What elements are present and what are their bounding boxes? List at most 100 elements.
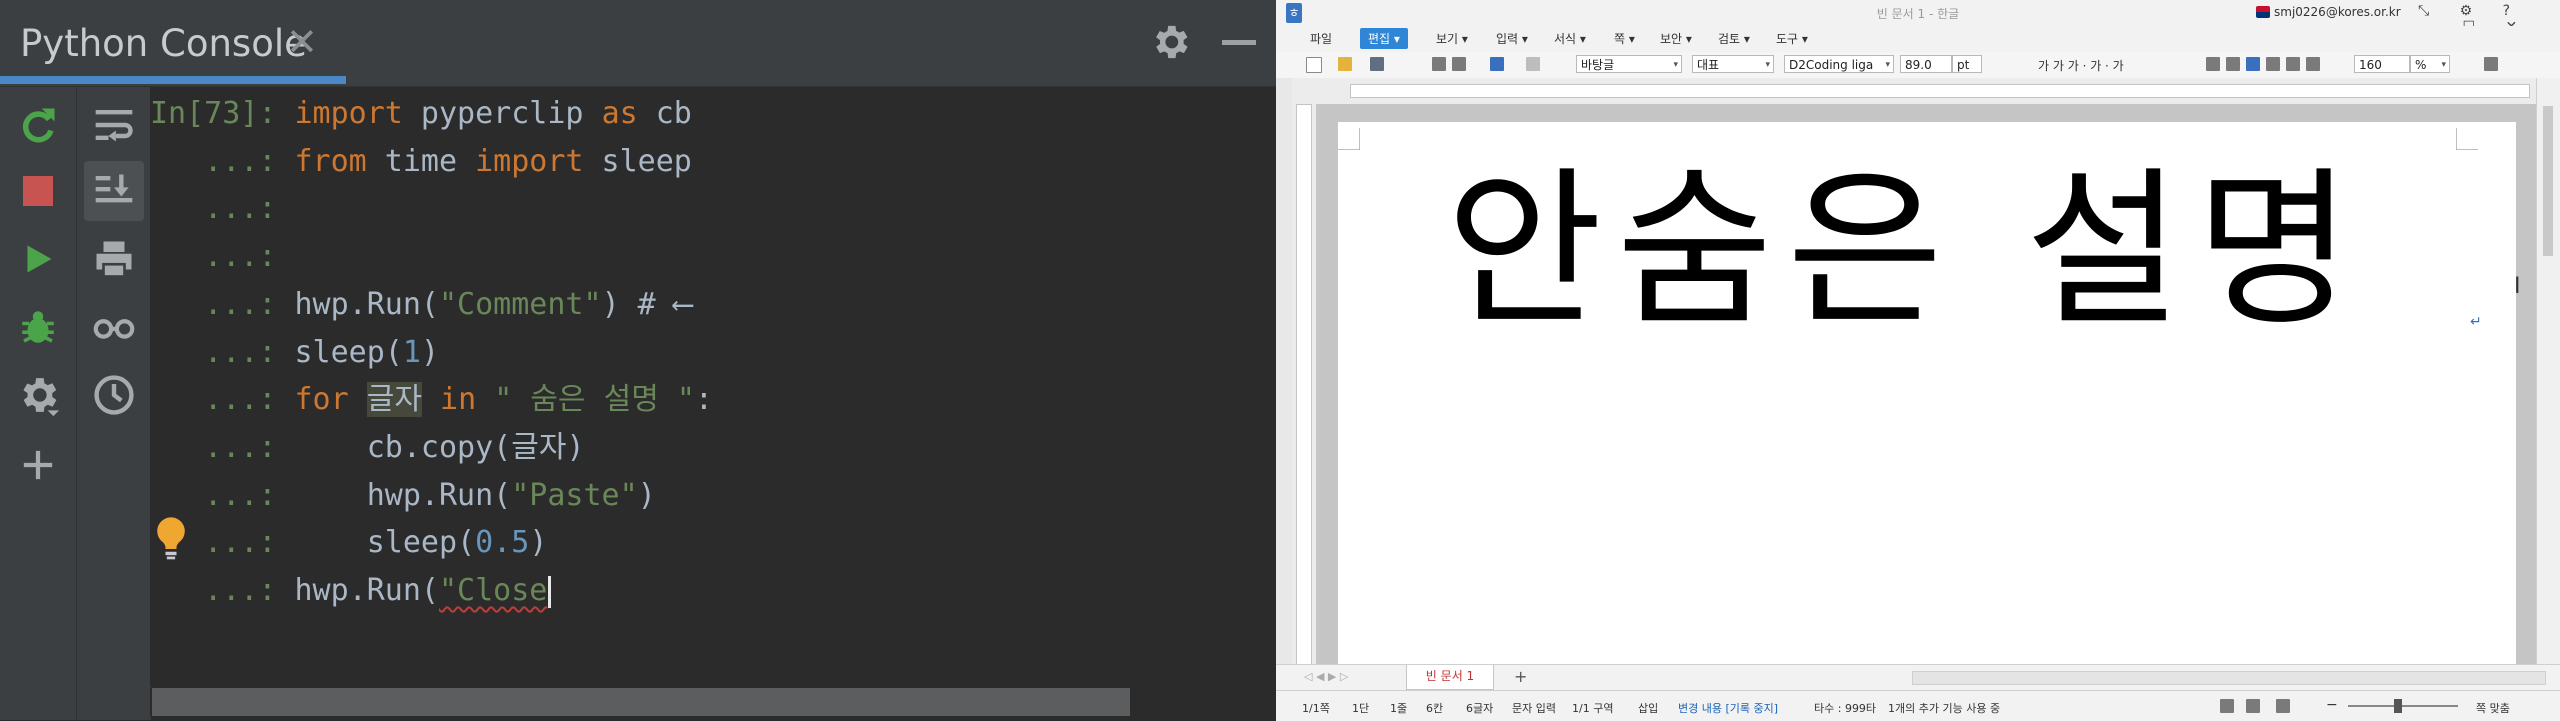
debug-bug-icon[interactable] [8, 297, 68, 357]
user-account[interactable]: smj0226@kores.or.kr [2274, 5, 2401, 19]
menu-review[interactable]: 검토 ▾ [1718, 30, 1750, 47]
console-line[interactable]: ...: hwp.Run("Comment") # ⟵ [150, 282, 692, 328]
status-line: 1줄 [1390, 702, 1408, 715]
horizontal-scrollbar-thumb[interactable] [152, 688, 1130, 716]
text-format-buttons[interactable]: 가 가 가 · 가 · 가 [2038, 57, 2124, 74]
lightbulb-icon[interactable] [154, 516, 188, 560]
redo-icon[interactable] [1526, 57, 1540, 71]
vertical-scrollbar-thumb[interactable] [2543, 106, 2553, 256]
console-prompt: ...: [150, 143, 295, 179]
status-insert-mode[interactable]: 삽입 [1638, 700, 1658, 716]
code-token: import [475, 143, 584, 179]
zoom-slider-knob[interactable] [2394, 699, 2402, 713]
console-line[interactable]: ...: [150, 186, 295, 232]
code-token: ) # ⟵ [601, 286, 692, 322]
status-fit-page[interactable]: 쪽 맞춤 [2476, 700, 2510, 716]
status-addins[interactable]: 1개의 추가 기능 사용 중 [1888, 700, 2000, 716]
close-icon[interactable]: ✕ [286, 20, 318, 64]
console-line[interactable]: ...: sleep(1) [150, 330, 439, 376]
title-bar: ㅎ 빈 문서 1 - 한글 smj0226@kores.or.kr ⤡ ⚙ ? … [1276, 0, 2560, 35]
zoom-out-icon[interactable]: − [2326, 697, 2338, 713]
doc-tab-label: 빈 문서 1 [1425, 669, 1475, 683]
font-unit-value: pt [1957, 58, 1970, 72]
preview-icon[interactable] [1452, 57, 1466, 71]
menu-file[interactable]: 파일 [1310, 30, 1332, 47]
align-divide-icon[interactable] [2306, 57, 2320, 71]
print-icon[interactable] [1432, 57, 1446, 71]
show-variables-glasses-icon[interactable] [84, 297, 144, 357]
align-justify-icon[interactable] [2206, 57, 2220, 71]
ruler-scale [1350, 84, 2530, 98]
status-input-mode[interactable]: 문자 입력 [1512, 700, 1556, 716]
menu-tools[interactable]: 도구 ▾ [1776, 30, 1808, 47]
console-line[interactable]: ...: cb.copy(글자) [150, 425, 584, 471]
font-unit-select[interactable]: pt [1952, 55, 1982, 73]
document-body-text[interactable]: 안숨은 설명 [1446, 166, 2366, 336]
align-center-icon[interactable] [2246, 57, 2260, 71]
tab-nav-arrows[interactable]: ◁ ◀ ▶ ▷ [1304, 670, 1348, 683]
korea-flag-icon [2256, 6, 2270, 18]
font-group-select[interactable]: 대표 ▾ [1692, 55, 1774, 73]
align-right-icon[interactable] [2266, 57, 2280, 71]
menu-input[interactable]: 입력 ▾ [1496, 30, 1528, 47]
console-line[interactable]: ...: for 글자 in " 숨은 설명 ": [150, 377, 713, 423]
menu-format[interactable]: 서식 ▾ [1554, 30, 1586, 47]
soft-wrap-icon[interactable] [84, 95, 144, 155]
add-tab-button[interactable]: + [1514, 667, 1527, 686]
code-token: 0.5 [475, 525, 530, 561]
menu-edit[interactable]: 편집 ▾ [1360, 28, 1408, 49]
tab-document-1[interactable]: 빈 문서 1 [1406, 665, 1494, 690]
more-options-icon[interactable] [2484, 57, 2498, 71]
new-document-icon[interactable] [1306, 57, 1322, 73]
run-icon[interactable] [8, 229, 68, 289]
add-icon[interactable] [8, 435, 68, 495]
horizontal-ruler[interactable] [1292, 78, 2536, 105]
settings-gear-icon[interactable] [8, 365, 68, 425]
code-token: hwp.Run( [294, 286, 440, 322]
save-icon[interactable] [1370, 57, 1384, 71]
stop-icon[interactable] [8, 161, 68, 221]
console-line[interactable]: ...: [150, 234, 295, 280]
zoom-input[interactable]: 160 [2354, 55, 2410, 73]
print-icon[interactable] [84, 229, 144, 289]
console-code-editor[interactable]: In[73]: import pyperclip as cb ...: from… [150, 87, 1276, 687]
scroll-to-end-icon[interactable] [84, 161, 144, 221]
document-page[interactable]: 안숨은 설명 ↵ I [1338, 122, 2521, 664]
view-page-icon[interactable] [2246, 699, 2260, 713]
status-section: 1/1 구역 [1572, 702, 1614, 715]
gear-icon[interactable] [1148, 20, 1192, 64]
console-line[interactable]: ...: hwp.Run("Close [150, 568, 552, 614]
document-canvas[interactable]: 안숨은 설명 ↵ I [1316, 104, 2536, 664]
console-line[interactable]: ...: from time import sleep [150, 139, 692, 185]
font-size-input[interactable]: 89.0 [1900, 55, 1952, 73]
status-track-changes[interactable]: 변경 내용 [기록 중지] [1678, 700, 1778, 716]
style-select[interactable]: 바탕글 ▾ [1576, 55, 1682, 73]
undo-icon[interactable] [1490, 57, 1504, 71]
menu-page[interactable]: 쪽 ▾ [1614, 30, 1635, 47]
console-line[interactable]: ...: hwp.Run("Paste") [150, 473, 656, 519]
zoom-slider[interactable] [2348, 705, 2458, 707]
open-folder-icon[interactable] [1338, 57, 1352, 71]
vertical-ruler[interactable] [1292, 104, 1317, 666]
history-clock-icon[interactable] [84, 365, 144, 425]
code-token: 1 [402, 334, 421, 370]
zoom-unit-select[interactable]: % ▾ [2410, 55, 2450, 73]
status-page[interactable]: 1/1쪽 [1302, 700, 1330, 716]
rerun-icon[interactable] [8, 95, 68, 155]
align-distribute-icon[interactable] [2286, 57, 2300, 71]
view-normal-icon[interactable] [2220, 699, 2234, 713]
console-line[interactable]: In[73]: import pyperclip as cb [150, 91, 692, 137]
menu-view[interactable]: 보기 ▾ [1436, 30, 1468, 47]
console-line[interactable]: ...: sleep(0.5) [150, 520, 547, 566]
document-horizontal-scrollbar[interactable] [1912, 671, 2546, 685]
tab-python-console[interactable]: Python Console ✕ [0, 0, 346, 86]
vertical-scrollbar[interactable] [2536, 78, 2560, 664]
font-select[interactable]: D2Coding liga ▾ [1784, 55, 1894, 73]
page-corner-mark [2456, 128, 2478, 150]
minimize-icon[interactable] [1222, 40, 1256, 45]
menu-security[interactable]: 보안 ▾ [1660, 30, 1692, 47]
view-web-icon[interactable] [2276, 699, 2290, 713]
align-left-icon[interactable] [2226, 57, 2240, 71]
code-token: hwp.Run( [294, 477, 512, 513]
